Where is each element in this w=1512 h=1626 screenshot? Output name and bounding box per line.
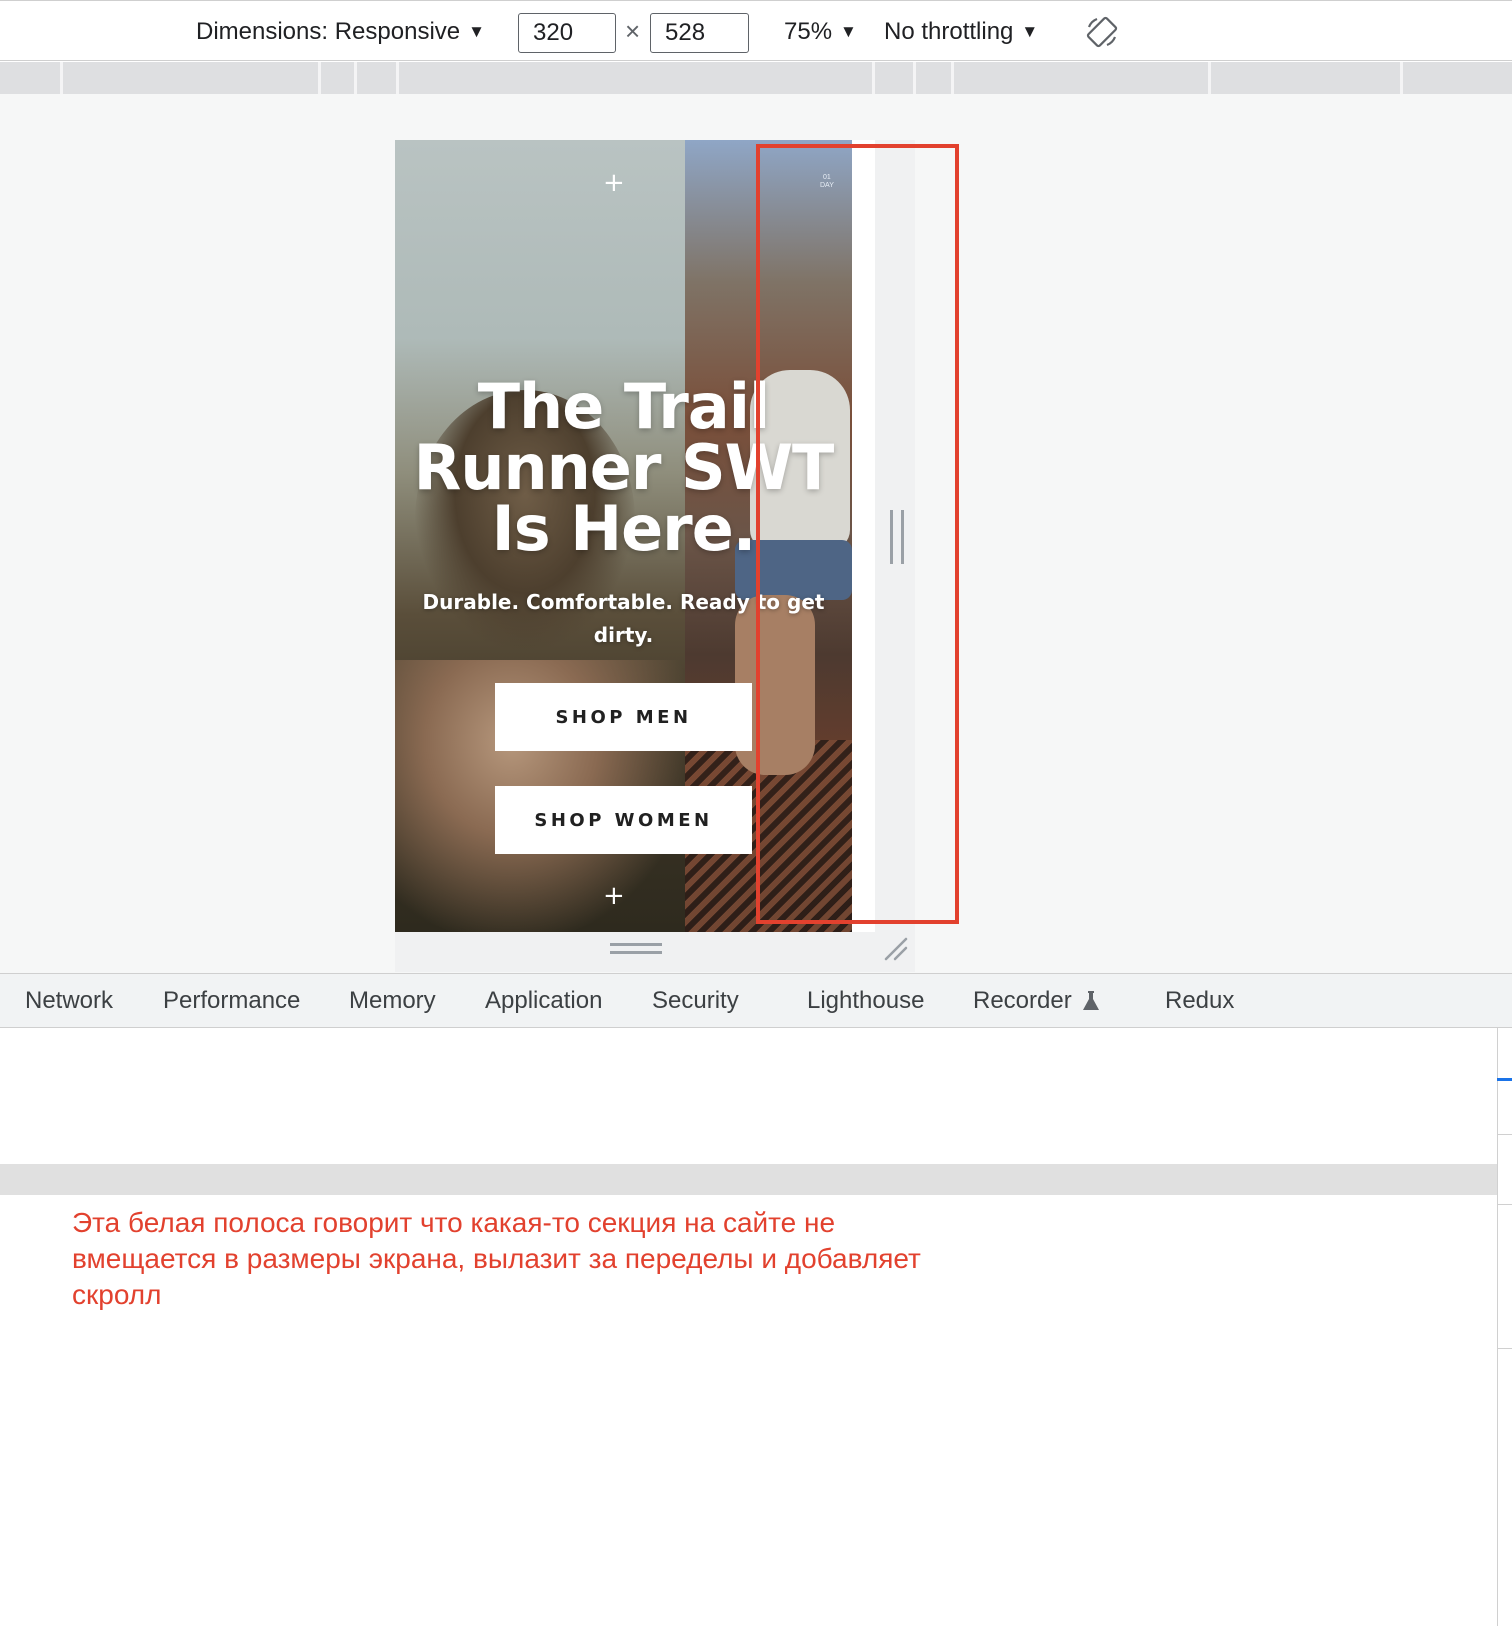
zoom-dropdown[interactable]: 75% ▼ (784, 1, 857, 62)
media-query-separator (1208, 62, 1211, 94)
throttling-label: No throttling (884, 17, 1014, 45)
resize-corner-icon[interactable] (883, 936, 909, 962)
device-frame: + + 01 DAY The Trail Runner SWT Is Here.… (395, 140, 915, 972)
flask-icon (1082, 990, 1099, 1010)
dimensions-dropdown[interactable]: Dimensions: Responsive ▼ (196, 1, 485, 62)
rotate-icon[interactable] (1085, 15, 1119, 49)
media-query-separator (913, 62, 916, 94)
width-input[interactable] (518, 13, 616, 53)
media-query-separator (60, 62, 63, 94)
handle-bar (610, 943, 662, 946)
media-query-separator (318, 62, 321, 94)
tab-memory[interactable]: Memory (349, 974, 436, 1027)
tab-label: Application (485, 986, 603, 1014)
tab-redux[interactable]: Redux (1165, 974, 1234, 1027)
chevron-down-icon: ▼ (1021, 21, 1039, 41)
day-mark: 01 DAY (820, 174, 834, 189)
sidebar-divider (1497, 1348, 1512, 1349)
tab-application[interactable]: Application (485, 974, 602, 1027)
media-query-separator (396, 62, 399, 94)
panel-divider[interactable] (0, 1164, 1497, 1195)
sidebar-active-indicator (1497, 1078, 1512, 1081)
tab-label: Lighthouse (807, 986, 925, 1014)
media-query-bar[interactable] (0, 62, 1512, 94)
devtools-tab-bar: Network Performance Memory Application S… (0, 973, 1512, 1028)
chevron-down-icon: ▼ (468, 21, 485, 41)
tab-label: Recorder (973, 986, 1072, 1014)
sidebar-divider (1497, 1204, 1512, 1205)
zoom-label: 75% (784, 17, 833, 45)
devtools-right-sidebar (1497, 1028, 1512, 1626)
times-icon: × (625, 16, 641, 46)
media-query-separator (951, 62, 954, 94)
device-viewport-area: + + 01 DAY The Trail Runner SWT Is Here.… (0, 94, 1512, 973)
media-query-separator (1400, 62, 1403, 94)
chevron-down-icon: ▼ (840, 21, 857, 41)
shop-men-button[interactable]: SHOP MEN (495, 683, 752, 751)
height-input[interactable] (650, 13, 749, 53)
sparkle-icon: + (603, 881, 625, 911)
sidebar-divider (1497, 1134, 1512, 1135)
tab-recorder[interactable]: Recorder (973, 974, 1100, 1027)
hero-title: The Trail Runner SWT Is Here. (413, 370, 835, 565)
overflow-white-strip (852, 140, 875, 932)
handle-bar (901, 510, 904, 564)
dimensions-label: Dimensions: Responsive (196, 17, 461, 45)
tab-label: Redux (1165, 986, 1235, 1014)
handle-bar (610, 951, 662, 954)
tab-label: Security (652, 986, 739, 1014)
tab-label: Performance (163, 986, 301, 1014)
devtools-panel (0, 1028, 1497, 1164)
tab-lighthouse[interactable]: Lighthouse (807, 974, 924, 1027)
tab-network[interactable]: Network (25, 974, 113, 1027)
handle-bar (890, 510, 893, 564)
tab-label: Memory (349, 986, 436, 1014)
hero-subtitle: Durable. Comfortable. Ready to get dirty… (422, 590, 825, 647)
sparkle-icon: + (603, 168, 625, 198)
hero-section: + + 01 DAY The Trail Runner SWT Is Here.… (395, 140, 852, 932)
resize-handle-bottom[interactable] (610, 943, 662, 955)
device-toolbar: Dimensions: Responsive ▼ × 75% ▼ No thro… (0, 0, 1512, 61)
shop-women-button[interactable]: SHOP WOMEN (495, 786, 752, 854)
tab-label: Network (25, 986, 114, 1014)
throttling-dropdown[interactable]: No throttling ▼ (884, 1, 1038, 62)
media-query-separator (354, 62, 357, 94)
annotation-text: Эта белая полоса говорит что какая-то се… (72, 1207, 921, 1310)
tab-performance[interactable]: Performance (163, 974, 300, 1027)
resize-handle-right[interactable] (890, 510, 904, 564)
media-query-separator (872, 62, 875, 94)
tab-security[interactable]: Security (652, 974, 739, 1027)
